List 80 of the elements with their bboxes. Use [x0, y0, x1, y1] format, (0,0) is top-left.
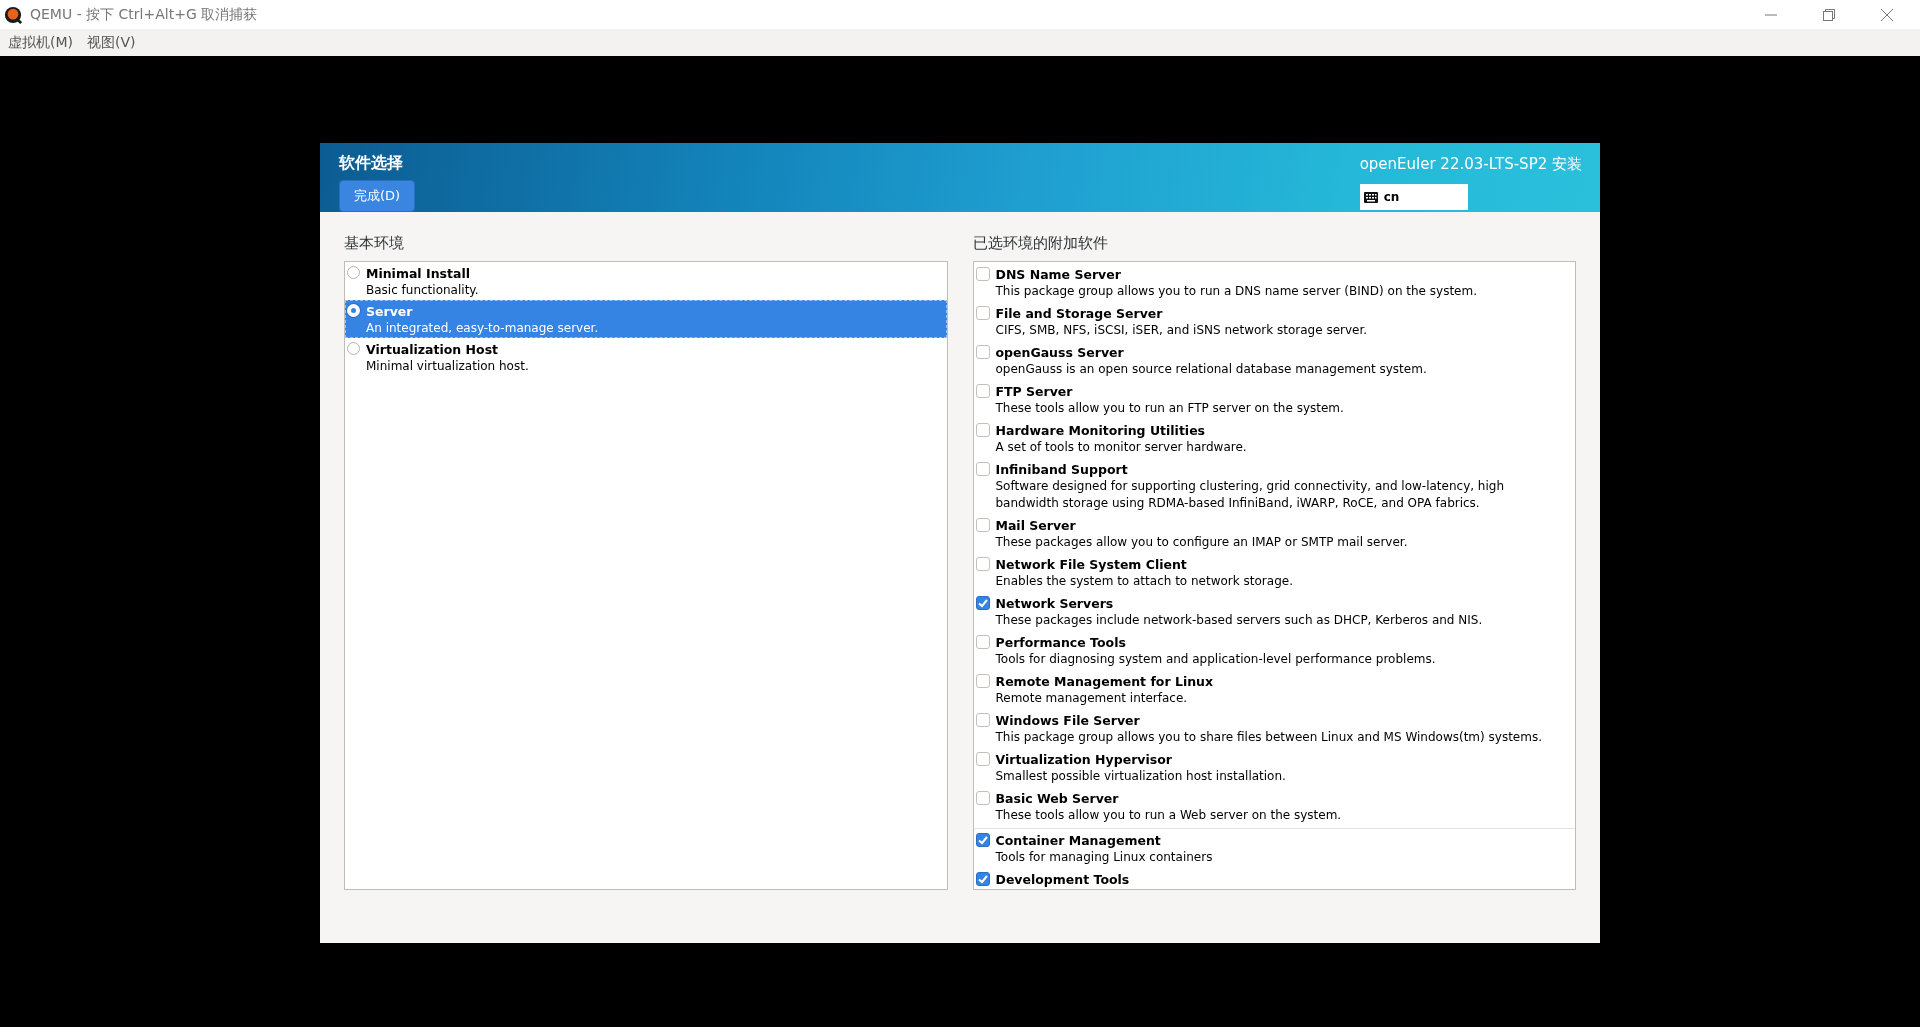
addon-name: openGauss Server	[995, 344, 1125, 361]
keyboard-icon	[1363, 191, 1378, 203]
addon-row[interactable]: Infiniband Support Software designed for supporting clustering, grid connectivity, and low-latency, high bandwidth storage using RDMA-based InfiniBand, iWARP, RoCE, and OPA fabrics.	[973, 457, 1575, 513]
product-title: openEuler 22.03-LTS-SP2 安装	[1359, 155, 1582, 174]
environment-option[interactable]: Minimal Install Basic functionality.	[345, 262, 947, 300]
addon-description: These packages allow you to configure an IMAP or SMTP mail server.	[995, 534, 1408, 551]
close-icon[interactable]	[1880, 7, 1894, 22]
addon-row[interactable]: Network File System Client Enables the system to attach to network storage.	[973, 552, 1575, 591]
addon-description: openGauss is an open source relational database management system.	[995, 361, 1427, 378]
checkbox[interactable]	[975, 752, 990, 766]
environment-option[interactable]: Server An integrated, easy-to-manage server.	[345, 300, 947, 338]
addon-name: Remote Management for Linux	[995, 673, 1214, 690]
checkbox[interactable]	[975, 833, 990, 847]
window-title: QEMU - 按下 Ctrl+Alt+G 取消捕获	[30, 5, 258, 24]
addon-row[interactable]: Container Management Tools for managing Linux containers	[973, 828, 1575, 867]
keyboard-layout-indicator[interactable]: cn	[1359, 184, 1468, 210]
addon-name: Development Tools	[995, 871, 1130, 888]
done-button[interactable]: 完成(D)	[339, 180, 415, 212]
checkbox[interactable]	[975, 267, 990, 281]
addon-row[interactable]: Mail Server These packages allow you to configure an IMAP or SMTP mail server.	[973, 513, 1575, 552]
checkbox[interactable]	[975, 635, 990, 649]
addon-description: This package group allows you to share files between Linux and MS Windows(tm) systems.	[995, 729, 1542, 746]
addon-name: Mail Server	[995, 517, 1077, 534]
addon-name: Virtualization Hypervisor	[995, 751, 1173, 768]
addon-row[interactable]: Windows File Server This package group allows you to share files between Linux and MS Windows(tm) systems.	[973, 708, 1575, 747]
addon-description: Enables the system to attach to network storage.	[995, 573, 1293, 590]
checkbox[interactable]	[975, 791, 990, 805]
addon-name: Infiniband Support	[995, 461, 1129, 478]
addon-row[interactable]: Basic Web Server These tools allow you to run a Web server on the system.	[973, 786, 1575, 825]
addon-description: Tools for diagnosing system and application-level performance problems.	[995, 651, 1436, 668]
checkbox[interactable]	[975, 872, 990, 886]
addon-name: Basic Web Server	[995, 790, 1120, 807]
checkbox[interactable]	[975, 306, 990, 320]
checkbox[interactable]	[975, 518, 990, 532]
addon-description: A set of tools to monitor server hardware.	[995, 439, 1247, 456]
checkbox[interactable]	[975, 345, 990, 359]
checkbox[interactable]	[975, 674, 990, 688]
menu-item[interactable]: 虚拟机(M)	[8, 33, 73, 52]
addon-description: Tools for managing Linux containers	[995, 849, 1213, 866]
addon-description: These tools allow you to run a Web server on the system.	[995, 807, 1342, 824]
addon-row[interactable]: openGauss Server openGauss is an open source relational database management system.	[973, 340, 1575, 379]
addon-row[interactable]: File and Storage Server CIFS, SMB, NFS, iSCSI, iSER, and iSNS network storage server.	[973, 301, 1575, 340]
addon-description: CIFS, SMB, NFS, iSCSI, iSER, and iSNS network storage server.	[995, 322, 1368, 339]
checkbox[interactable]	[975, 384, 990, 398]
addon-name: File and Storage Server	[995, 305, 1164, 322]
addon-name: Network File System Client	[995, 556, 1188, 573]
addon-row[interactable]: FTP Server These tools allow you to run an FTP server on the system.	[973, 379, 1575, 418]
addon-name: Hardware Monitoring Utilities	[995, 422, 1207, 439]
checkbox[interactable]	[975, 596, 990, 610]
addon-name: Performance Tools	[995, 634, 1127, 651]
environment-option[interactable]: Virtualization Host Minimal virtualization host.	[345, 338, 947, 376]
keyboard-layout: cn	[1383, 190, 1400, 204]
addon-row[interactable]: Development Tools	[973, 867, 1575, 889]
addon-name: DNS Name Server	[995, 266, 1122, 283]
addon-name: Container Management	[995, 832, 1162, 849]
app-logo-icon	[4, 5, 22, 24]
addon-description: This package group allows you to run a DNS name server (BIND) on the system.	[995, 283, 1477, 300]
addon-row[interactable]: Virtualization Hypervisor Smallest possible virtualization host installation.	[973, 747, 1575, 786]
menu-item[interactable]: 视图(V)	[87, 33, 136, 52]
addon-description: Software designed for supporting clustering, grid connectivity, and low-latency, high bandwidth storage using RDMA-based InfiniBand, iWARP, RoCE, and OPA fabrics.	[995, 478, 1506, 512]
addon-row[interactable]: Performance Tools Tools for diagnosing system and application-level performance problems.	[973, 630, 1575, 669]
checkbox[interactable]	[975, 713, 990, 727]
section-heading: 基本环境	[344, 234, 405, 253]
addon-name: Network Servers	[995, 595, 1115, 612]
restore-icon[interactable]	[1822, 7, 1836, 22]
addon-description: Smallest possible virtualization host installation.	[995, 768, 1286, 785]
addon-row[interactable]: Network Servers These packages include network-based servers such as DHCP, Kerberos and NIS.	[973, 591, 1575, 630]
addon-row[interactable]: Remote Management for Linux Remote management interface.	[973, 669, 1575, 708]
checkbox[interactable]	[975, 462, 990, 476]
page-title: 软件选择	[339, 153, 404, 174]
addon-name: Windows File Server	[995, 712, 1141, 729]
checkbox[interactable]	[975, 423, 990, 437]
addon-name: FTP Server	[995, 383, 1074, 400]
checkbox[interactable]	[975, 557, 990, 571]
addon-description: These packages include network-based servers such as DHCP, Kerberos and NIS.	[995, 612, 1483, 629]
addon-row[interactable]: Hardware Monitoring Utilities A set of tools to monitor server hardware.	[973, 418, 1575, 457]
addon-row[interactable]: DNS Name Server This package group allows you to run a DNS name server (BIND) on the system.	[973, 262, 1575, 301]
addon-description: These tools allow you to run an FTP server on the system.	[995, 400, 1344, 417]
addon-description: Remote management interface.	[995, 690, 1189, 707]
section-heading: 已选环境的附加软件	[972, 234, 1109, 253]
